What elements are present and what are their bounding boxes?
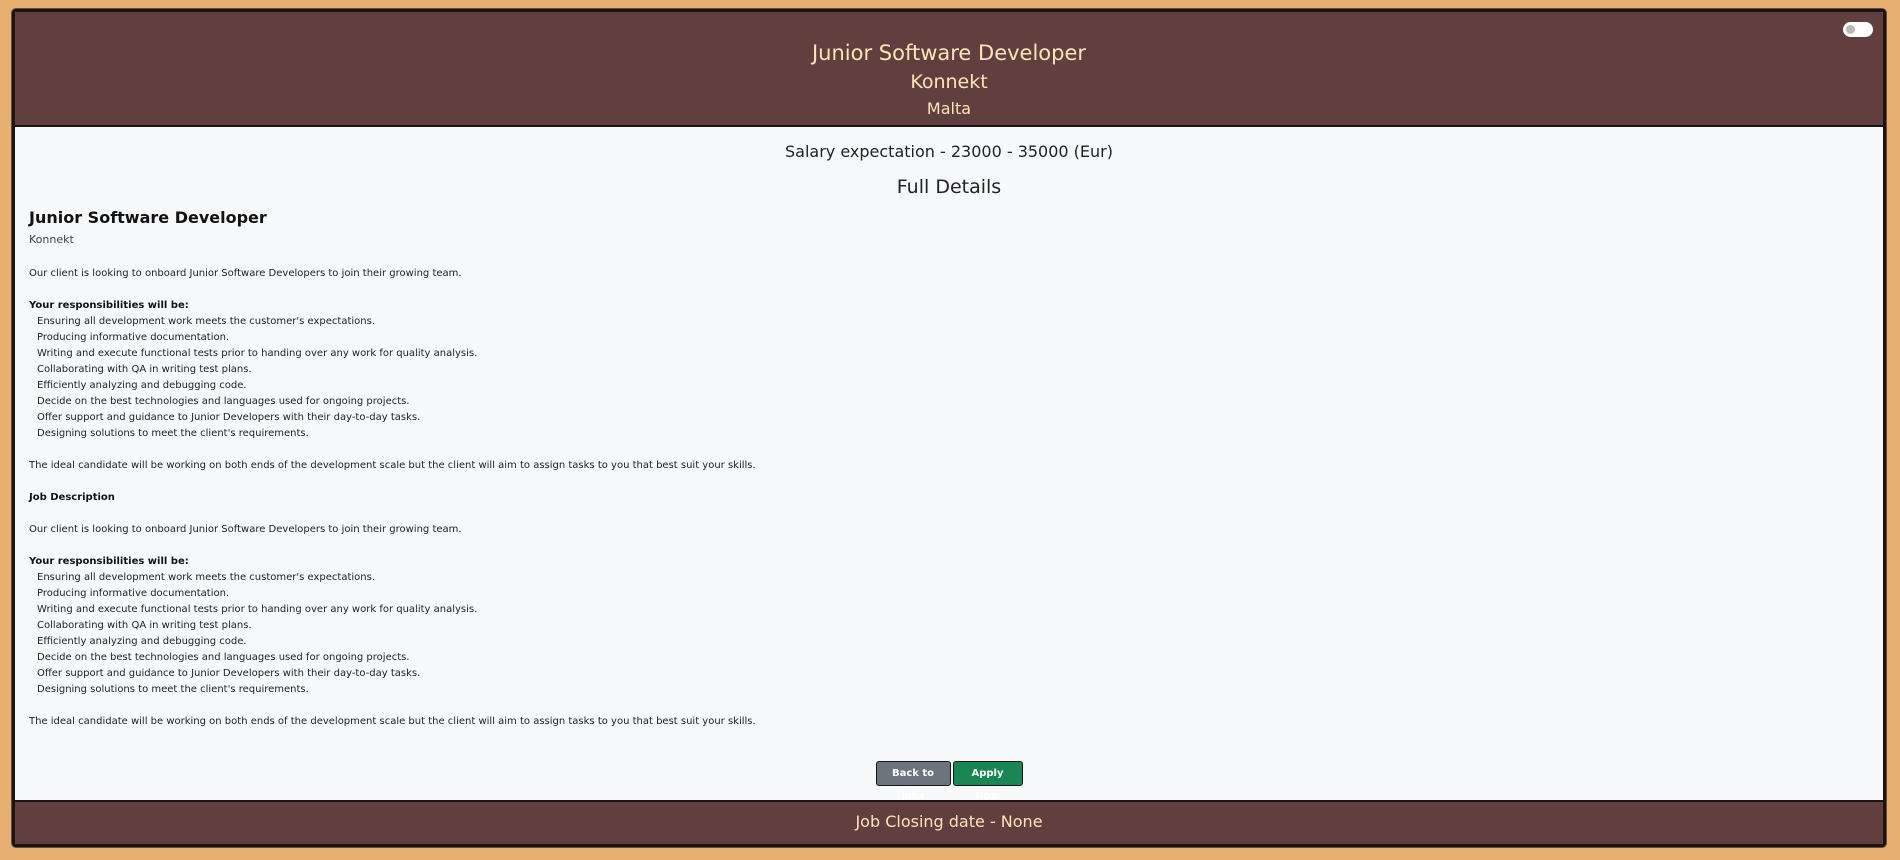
list-item: Designing solutions to meet the client's… [37,684,309,695]
job-detail-card: Junior Software Developer Konnekt Malta … [12,9,1886,847]
list-item: Producing informative documentation. [37,588,230,599]
list-item: Decide on the best technologies and lang… [37,396,410,407]
list-item: Offer support and guidance to Junior Dev… [37,412,421,423]
list-item: Decide on the best technologies and lang… [37,652,410,663]
list-item: Writing and execute functional tests pri… [37,604,478,615]
list-item: Ensuring all development work meets the … [37,316,376,327]
description-responsibilities-heading: Your responsibilities will be: [29,556,189,567]
job-header: Junior Software Developer Konnekt Malta [15,12,1883,127]
job-footer: Job Closing date - None [15,800,1883,844]
theme-toggle-switch[interactable] [1843,22,1873,37]
job-description-content: Junior Software Developer Konnekt Our cl… [29,208,1229,730]
apply-now-button[interactable]: Apply Now [952,761,1023,802]
list-item: Collaborating with QA in writing test pl… [37,620,252,631]
list-item: Efficiently analyzing and debugging code… [37,636,247,647]
list-item: Writing and execute functional tests pri… [37,348,478,359]
back-to-jobs-button[interactable]: Back to jobs [875,761,951,802]
header-location: Malta [926,99,972,118]
description-responsibilities-list: Ensuring all development work meets the … [29,570,1229,698]
toggle-knob [1846,25,1855,34]
header-company-name: Konnekt [910,71,988,93]
responsibilities-heading: Your responsibilities will be: [29,300,189,311]
full-details-heading: Full Details [896,176,1002,198]
salary-expectation: Salary expectation - 23000 - 35000 (Eur) [785,142,1113,161]
closing-paragraph: The ideal candidate will be working on b… [29,460,756,471]
list-item: Ensuring all development work meets the … [37,572,376,583]
list-item: Collaborating with QA in writing test pl… [37,364,252,375]
closing-date: Job Closing date - None [855,812,1043,831]
job-description-heading: Job Description [29,492,115,503]
description-intro-paragraph: Our client is looking to onboard Junior … [29,524,462,535]
action-buttons: Back to jobs Apply Now [15,761,1883,802]
job-title: Junior Software Developer [29,208,267,227]
list-item: Producing informative documentation. [37,332,230,343]
header-job-title: Junior Software Developer [811,41,1087,65]
intro-paragraph: Our client is looking to onboard Junior … [29,268,462,279]
company-name: Konnekt [29,233,74,246]
list-item: Efficiently analyzing and debugging code… [37,380,247,391]
list-item: Offer support and guidance to Junior Dev… [37,668,421,679]
list-item: Designing solutions to meet the client's… [37,428,309,439]
description-closing-paragraph: The ideal candidate will be working on b… [29,716,756,727]
responsibilities-list: Ensuring all development work meets the … [29,314,1229,442]
